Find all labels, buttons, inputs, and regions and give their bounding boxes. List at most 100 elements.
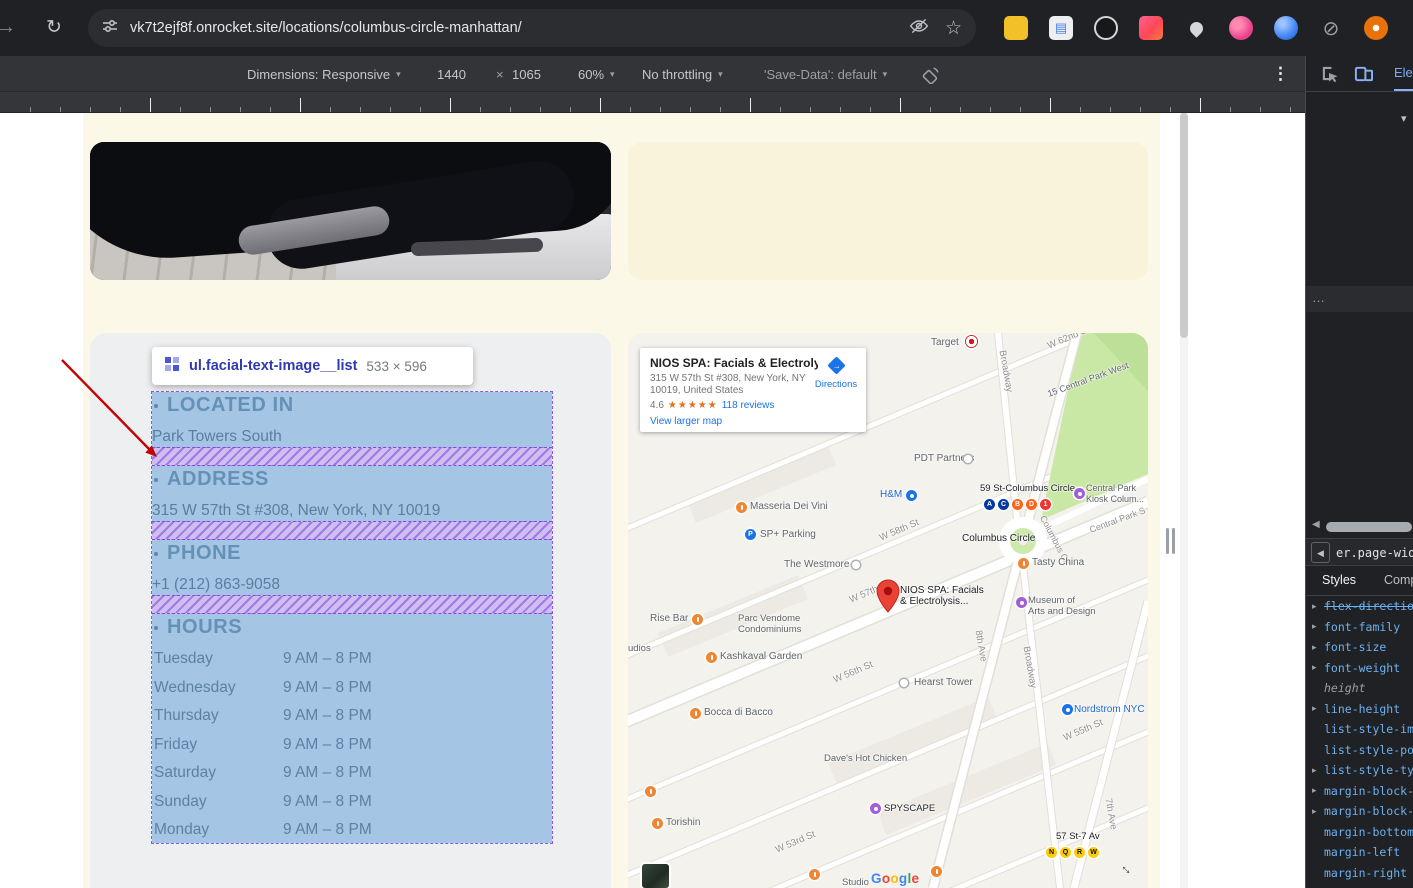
- css-property-row[interactable]: ▸margin-block-end: [1306, 781, 1413, 802]
- device-toolbar-more-icon[interactable]: ⋮: [1272, 56, 1289, 92]
- device-toolbar: Dimensions: Responsive▾ 1440 × 1065 60%▾…: [0, 56, 1305, 92]
- css-property-row[interactable]: ▸font-family: [1306, 617, 1413, 638]
- css-property-row[interactable]: ▸line-height: [1306, 699, 1413, 720]
- map-label: W 55th St: [1062, 717, 1105, 743]
- url-text: vk7t2ejf8f.onrocket.site/locations/colum…: [130, 20, 522, 36]
- record-extension-icon[interactable]: [1094, 16, 1118, 40]
- map-label: Rise Bar: [650, 613, 688, 624]
- breadcrumb-scroll-button[interactable]: ◀: [1311, 542, 1330, 563]
- directions-button[interactable]: → Directions: [814, 357, 858, 390]
- reload-icon[interactable]: ↻: [46, 16, 62, 39]
- disclosure-triangle-icon[interactable]: ▸: [1312, 662, 1324, 673]
- ruler-tick: [600, 98, 601, 112]
- css-property-row[interactable]: list-style-position: [1306, 740, 1413, 761]
- list-item-heading: ADDRESS: [154, 468, 269, 491]
- forward-icon[interactable]: →: [0, 16, 16, 39]
- blocker-extension-icon[interactable]: ⊘: [1319, 16, 1343, 40]
- list-item-heading: HOURS: [154, 616, 242, 639]
- profile-avatar-icon[interactable]: [1364, 16, 1388, 40]
- url-bar[interactable]: vk7t2ejf8f.onrocket.site/locations/colum…: [88, 9, 976, 47]
- dimensions-select[interactable]: Dimensions: Responsive▾: [247, 56, 401, 92]
- css-property-row[interactable]: margin-right: [1306, 863, 1413, 884]
- hours-day: Sunday: [154, 793, 207, 811]
- parking-poi-icon: P: [745, 529, 756, 540]
- devtools-resize-handle[interactable]: [1166, 528, 1178, 554]
- video-extension-icon[interactable]: [1229, 16, 1253, 40]
- breadcrumb[interactable]: er.page-wid: [1336, 539, 1413, 567]
- save-data-select[interactable]: 'Save-Data': default▾: [764, 56, 887, 92]
- map-label: Masseria Dei Vini: [750, 501, 828, 512]
- ruler-tick: [90, 107, 91, 112]
- map-marker-pin[interactable]: [876, 579, 900, 618]
- reviews-link[interactable]: 118 reviews: [722, 400, 775, 411]
- disclosure-triangle-icon[interactable]: ▸: [1312, 703, 1324, 714]
- hours-row: Saturday9 AM – 8 PM: [152, 761, 552, 790]
- scroll-left-icon[interactable]: ◀: [1312, 519, 1320, 530]
- disclosure-triangle-icon[interactable]: ▸: [1312, 642, 1324, 653]
- map-label: Target: [931, 337, 959, 348]
- map-label: W 53rd St: [774, 829, 817, 856]
- device-toolbar-toggle-icon[interactable]: [1354, 64, 1373, 88]
- disclosure-triangle-icon[interactable]: ▸: [1312, 806, 1324, 817]
- map-label: udios: [628, 643, 651, 654]
- rotate-icon[interactable]: [922, 56, 941, 92]
- hours-time: 9 AM – 8 PM: [283, 650, 372, 668]
- viewport-height-input[interactable]: 1065: [512, 56, 541, 92]
- gradient-extension-icon[interactable]: [1139, 16, 1163, 40]
- throttling-select[interactable]: No throttling▾: [642, 56, 723, 92]
- css-property-row[interactable]: ▸flex-direction: [1306, 596, 1413, 617]
- map-info-window: NIOS SPA: Facials & Electrolys... 315 W …: [640, 348, 866, 432]
- css-property-row[interactable]: ▸font-size: [1306, 637, 1413, 658]
- css-property-row[interactable]: ▸font-weight: [1306, 658, 1413, 679]
- viewport-width-input[interactable]: 1440: [437, 56, 466, 92]
- bookmark-star-icon[interactable]: ☆: [945, 17, 962, 40]
- view-larger-map-link[interactable]: View larger map: [650, 416, 722, 427]
- disclosure-triangle-icon[interactable]: ▸: [1312, 601, 1324, 612]
- list-bullet: [154, 478, 158, 482]
- ruler-tick: [1140, 107, 1141, 112]
- disclosure-triangle-icon[interactable]: ▸: [1312, 765, 1324, 776]
- devtools-panel: Elements ▾ … ◀ ◀ er.page-wid Styles Comp…: [1305, 56, 1413, 888]
- css-property-name: margin-block-start: [1324, 804, 1413, 818]
- eyedropper-extension-icon[interactable]: [1184, 16, 1208, 40]
- ruler-tick: [60, 107, 61, 112]
- page-scrollbar-thumb[interactable]: [1180, 113, 1188, 338]
- ruler-tick: [660, 107, 661, 112]
- map-embed[interactable]: W 62nd StW 58th StW 57th StW 56th StW 55…: [628, 333, 1148, 888]
- css-property-row[interactable]: ▸margin-block-start: [1306, 801, 1413, 822]
- css-property-row[interactable]: ▸list-style-type: [1306, 760, 1413, 781]
- site-settings-icon[interactable]: [102, 18, 118, 39]
- map-label: H&M: [880, 489, 902, 500]
- tab-computed[interactable]: Computed: [1384, 566, 1413, 596]
- disclosure-triangle-icon[interactable]: ▸: [1312, 621, 1324, 632]
- zoom-select[interactable]: 60%▾: [578, 56, 615, 92]
- css-property-row[interactable]: margin-left: [1306, 842, 1413, 863]
- hours-day: Wednesday: [154, 679, 236, 697]
- browser-extension-icon[interactable]: [1274, 16, 1298, 40]
- tab-elements[interactable]: Elements: [1394, 56, 1413, 92]
- ruler-tick: [570, 107, 571, 112]
- notes-extension-icon[interactable]: [1004, 16, 1028, 40]
- clipboard-extension-icon[interactable]: ▤: [1049, 16, 1073, 40]
- disclosure-triangle-icon[interactable]: ▸: [1312, 785, 1324, 796]
- css-property-row[interactable]: margin-bottom: [1306, 822, 1413, 843]
- ruler-tick: [300, 98, 301, 112]
- content-placeholder-card: [628, 142, 1148, 280]
- extensions-row: ▤⊘: [1004, 16, 1388, 40]
- css-property-row[interactable]: list-style-image: [1306, 719, 1413, 740]
- horizontal-scrollbar-thumb[interactable]: [1326, 522, 1412, 532]
- css-property-name: margin-left: [1324, 845, 1400, 859]
- inspect-element-icon[interactable]: [1320, 64, 1339, 88]
- css-property-row[interactable]: height: [1306, 678, 1413, 699]
- tab-styles[interactable]: Styles: [1322, 566, 1356, 596]
- satellite-thumbnail[interactable]: [642, 864, 669, 888]
- dom-tree-node[interactable]: …: [1306, 286, 1413, 312]
- map-label: Nordstrom NYC: [1074, 704, 1145, 715]
- chevron-down-icon[interactable]: ▾: [1401, 112, 1407, 125]
- ruler-tick: [870, 107, 871, 112]
- ruler-tick: [840, 107, 841, 112]
- badge-poi-icon: W: [1088, 847, 1099, 858]
- eye-off-icon[interactable]: [909, 16, 929, 41]
- list-bullet: [154, 552, 158, 556]
- map-label: Parc Vendome Condominiums: [738, 613, 801, 635]
